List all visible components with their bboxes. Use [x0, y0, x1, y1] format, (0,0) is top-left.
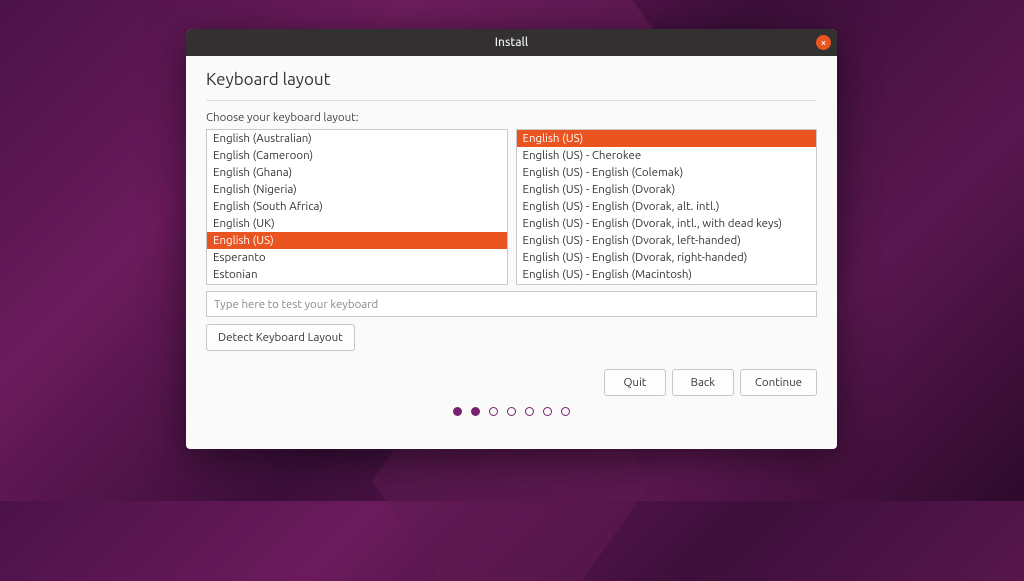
continue-button[interactable]: Continue — [740, 369, 817, 396]
variant-item[interactable]: English (US) - English (Colemak) — [517, 164, 817, 181]
titlebar: Install × — [186, 29, 837, 56]
progress-dot — [453, 407, 462, 416]
progress-dot — [489, 407, 498, 416]
progress-dot — [543, 407, 552, 416]
variant-item[interactable]: English (US) - English (Norman) — [517, 283, 817, 285]
close-button[interactable]: × — [816, 35, 831, 50]
navigation-row: Quit Back Continue — [206, 369, 817, 396]
layout-item[interactable]: English (US) — [207, 232, 507, 249]
variant-item[interactable]: English (US) - English (Dvorak, left-han… — [517, 232, 817, 249]
layout-item[interactable]: English (Ghana) — [207, 164, 507, 181]
variant-item[interactable]: English (US) — [517, 130, 817, 147]
layout-item[interactable]: Faroese — [207, 283, 507, 285]
layouts-listbox[interactable]: English (Australian)English (Cameroon)En… — [206, 129, 508, 285]
layout-lists: English (Australian)English (Cameroon)En… — [206, 129, 817, 285]
window-title: Install — [495, 36, 529, 49]
content-area: Keyboard layout Choose your keyboard lay… — [186, 56, 837, 449]
variant-item[interactable]: English (US) - English (Dvorak, right-ha… — [517, 249, 817, 266]
variant-item[interactable]: English (US) - English (Dvorak) — [517, 181, 817, 198]
detect-layout-button[interactable]: Detect Keyboard Layout — [206, 324, 355, 351]
variant-item[interactable]: English (US) - English (Macintosh) — [517, 266, 817, 283]
layout-item[interactable]: English (UK) — [207, 215, 507, 232]
variants-listbox[interactable]: English (US)English (US) - CherokeeEngli… — [516, 129, 818, 285]
layout-item[interactable]: Esperanto — [207, 249, 507, 266]
back-button[interactable]: Back — [672, 369, 734, 396]
variant-item[interactable]: English (US) - English (Dvorak, alt. int… — [517, 198, 817, 215]
progress-dot — [471, 407, 480, 416]
installer-window: Install × Keyboard layout Choose your ke… — [186, 29, 837, 449]
close-icon: × — [821, 38, 827, 48]
layout-item[interactable]: English (Cameroon) — [207, 147, 507, 164]
instruction-text: Choose your keyboard layout: — [206, 111, 817, 124]
layout-item[interactable]: English (Nigeria) — [207, 181, 507, 198]
quit-button[interactable]: Quit — [604, 369, 666, 396]
layout-item[interactable]: English (Australian) — [207, 130, 507, 147]
progress-dot — [525, 407, 534, 416]
progress-dot — [561, 407, 570, 416]
progress-indicator — [206, 396, 817, 426]
progress-dot — [507, 407, 516, 416]
test-keyboard-input[interactable] — [206, 291, 817, 317]
layout-item[interactable]: English (South Africa) — [207, 198, 507, 215]
page-heading: Keyboard layout — [206, 70, 817, 101]
variant-item[interactable]: English (US) - English (Dvorak, intl., w… — [517, 215, 817, 232]
layout-item[interactable]: Estonian — [207, 266, 507, 283]
variant-item[interactable]: English (US) - Cherokee — [517, 147, 817, 164]
